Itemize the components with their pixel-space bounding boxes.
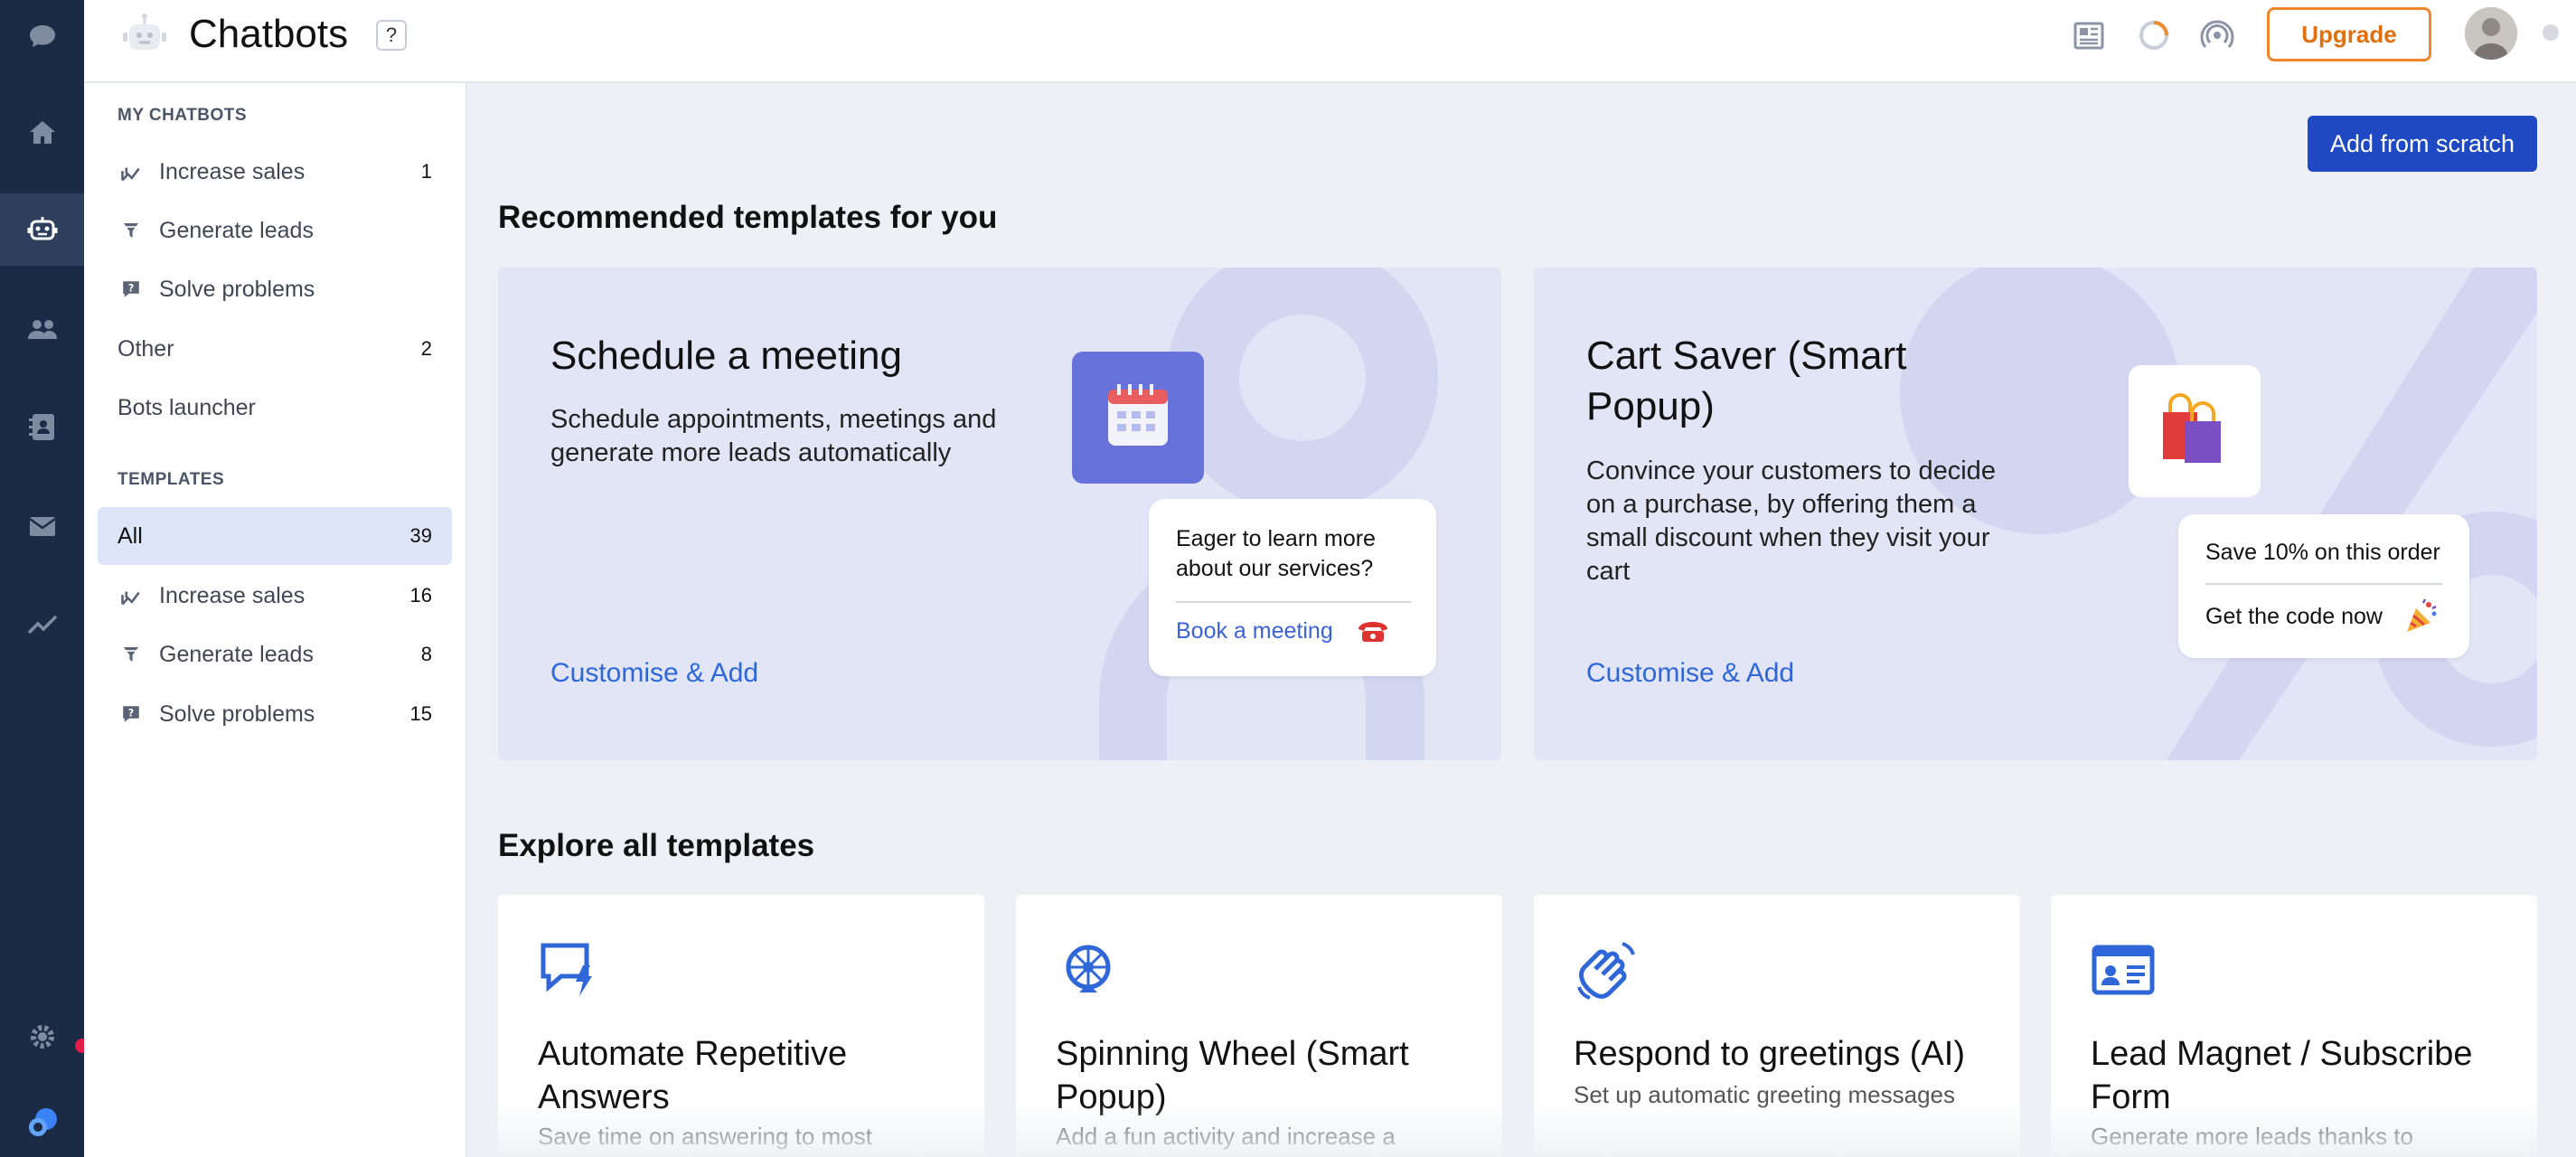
- sidebar-item-count: 8: [420, 643, 432, 665]
- bubble-discount-text: Save 10% on this order: [2205, 540, 2440, 565]
- settings-icon[interactable]: [0, 1001, 84, 1073]
- chat-icon[interactable]: [0, 0, 84, 72]
- contact-card-icon: [2092, 945, 2155, 995]
- template-card-automate-answers[interactable]: Automate Repetitive Answers Save time on…: [498, 895, 984, 1157]
- chatbot-icon[interactable]: [0, 193, 84, 266]
- chart-icon: [118, 158, 145, 185]
- funnel-icon: [118, 217, 145, 244]
- progress-ring-icon[interactable]: [2133, 14, 2175, 56]
- card-title: Cart Saver (Smart Popup): [1586, 334, 1907, 428]
- spinning-wheel-icon: [1066, 945, 1111, 992]
- my-chatbots-heading: MY CHATBOTS: [118, 106, 248, 125]
- help-button[interactable]: ?: [376, 20, 407, 51]
- card-title: Schedule a meeting: [550, 334, 902, 378]
- customise-add-link[interactable]: Customise & Add: [550, 658, 758, 689]
- sidebar-item-solve-problems[interactable]: ? Solve problems: [98, 260, 452, 318]
- page-title: Chatbots: [189, 12, 349, 56]
- book-meeting-action: Book a meeting: [1176, 618, 1333, 644]
- avatar[interactable]: [2465, 7, 2517, 60]
- sidebar-item-label: Solve problems: [159, 276, 315, 302]
- template-description: Generate more leads thanks to: [2091, 1123, 2413, 1150]
- question-bubble-icon: ?: [118, 276, 145, 303]
- upgrade-button[interactable]: Upgrade: [2267, 7, 2431, 61]
- sidebar-item-label: Generate leads: [159, 641, 314, 667]
- sidebar-item-count: 15: [409, 702, 432, 725]
- recommended-card-cart-saver[interactable]: Cart Saver (Smart Popup) Convince your c…: [1534, 268, 2537, 760]
- bubble-divider: [2205, 583, 2442, 585]
- waving-hand-icon: [1577, 942, 1635, 1000]
- chatbot-logo-icon: [123, 14, 166, 50]
- sidebar-item-count: 16: [409, 584, 432, 607]
- recommended-card-schedule-meeting[interactable]: Schedule a meeting Schedule appointments…: [498, 268, 1501, 760]
- question-bubble-icon: ?: [118, 701, 145, 728]
- sidebar-item-label: Increase sales: [159, 158, 306, 184]
- funnel-icon: [118, 641, 145, 668]
- sidebar-item-other[interactable]: Other 2: [98, 320, 452, 378]
- status-dot: [2543, 24, 2559, 41]
- bubble-divider: [1176, 601, 1411, 603]
- party-popper-icon: [2407, 598, 2437, 632]
- sidebar-item-label: Generate leads: [159, 217, 314, 243]
- bubble-question: Eager to learn more about our services?: [1176, 526, 1376, 581]
- sidebar-item-generate-leads[interactable]: Generate leads: [98, 202, 452, 259]
- chat-bubble-preview: [2178, 514, 2469, 658]
- chat-bolt-icon: [541, 943, 592, 996]
- card-description: Convince your customers to decide on a p…: [1586, 456, 1996, 586]
- sidebar-item-label: Bots launcher: [118, 394, 256, 420]
- template-card-spinning-wheel[interactable]: Spinning Wheel (Smart Popup) Add a fun a…: [1016, 895, 1502, 1157]
- template-card-respond-greetings[interactable]: Respond to greetings (AI) Set up automat…: [1534, 895, 2020, 1157]
- shopping-bags-icon: [2129, 365, 2261, 497]
- left-rail: [0, 0, 91, 1157]
- sidebar-item-all[interactable]: All 39: [98, 507, 452, 565]
- template-card-lead-magnet[interactable]: Lead Magnet / Subscribe Form Generate mo…: [2051, 895, 2537, 1157]
- telephone-icon: [1359, 622, 1387, 642]
- sidebar-item-increase-sales[interactable]: Increase sales 1: [98, 143, 452, 201]
- brand-logo-icon[interactable]: [0, 1085, 84, 1157]
- svg-text:?: ?: [128, 707, 135, 719]
- sidebar-item-count: 2: [420, 337, 432, 360]
- templates-heading: TEMPLATES: [118, 470, 225, 489]
- sidebar-item-count: 39: [409, 524, 432, 547]
- sidebar-item-label: All: [118, 522, 143, 549]
- svg-text:?: ?: [128, 282, 135, 294]
- template-title: Automate Repetitive Answers: [538, 1035, 848, 1116]
- chart-icon: [118, 582, 145, 609]
- sidebar-item-label: Increase sales: [159, 582, 306, 608]
- contacts-icon[interactable]: [0, 293, 84, 365]
- sidebar-item-label: Solve problems: [159, 701, 315, 727]
- template-description: Save time on answering to most: [538, 1123, 872, 1150]
- analytics-icon[interactable]: [0, 588, 84, 660]
- sidebar-item-template-increase-sales[interactable]: Increase sales 16: [98, 567, 452, 625]
- template-description: Add a fun activity and increase a: [1056, 1123, 1396, 1150]
- customise-add-link[interactable]: Customise & Add: [1586, 658, 1794, 689]
- template-title: Spinning Wheel (Smart Popup): [1056, 1035, 1409, 1116]
- sidebar-item-count: 1: [420, 160, 432, 183]
- mail-icon[interactable]: [0, 490, 84, 562]
- template-title: Lead Magnet / Subscribe Form: [2091, 1035, 2473, 1116]
- card-description: Schedule appointments, meetings and gene…: [550, 405, 997, 467]
- bubble-code-text: Get the code now: [2205, 604, 2383, 629]
- explore-heading: Explore all templates: [498, 828, 815, 863]
- home-icon[interactable]: [0, 97, 84, 169]
- recommended-heading: Recommended templates for you: [498, 200, 998, 235]
- sidebar-item-template-generate-leads[interactable]: Generate leads 8: [98, 626, 452, 683]
- contact-book-icon[interactable]: [0, 390, 84, 463]
- template-description: Set up automatic greeting messages: [1574, 1081, 1956, 1108]
- sidebar-item-label: Other: [118, 335, 174, 362]
- broadcast-icon[interactable]: [2196, 14, 2238, 56]
- sidebar: MY CHATBOTS Increase sales 1 Generate le…: [84, 83, 467, 1157]
- top-bar: Chatbots ? Upgrade: [84, 0, 2576, 83]
- news-icon[interactable]: [2068, 14, 2110, 56]
- template-title: Respond to greetings (AI): [1574, 1035, 1966, 1073]
- add-from-scratch-button[interactable]: Add from scratch: [2308, 116, 2537, 172]
- calendar-icon: [1072, 352, 1204, 484]
- sidebar-item-template-solve-problems[interactable]: ? Solve problems 15: [98, 685, 452, 743]
- sidebar-item-bots-launcher[interactable]: Bots launcher: [98, 379, 452, 437]
